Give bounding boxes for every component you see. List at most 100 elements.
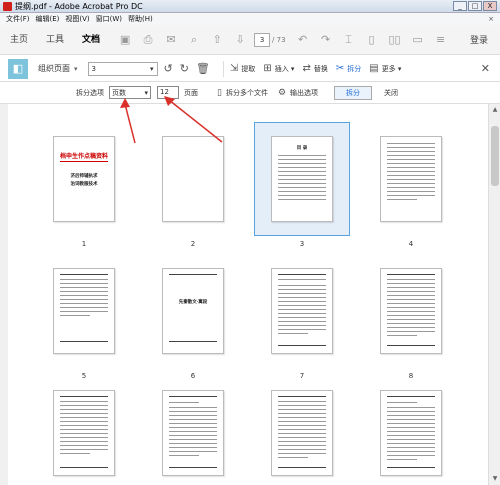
menu-edit[interactable]: 编辑(E) (36, 14, 60, 24)
text-line (387, 195, 435, 196)
gear-icon: ⚙ (277, 87, 287, 98)
menu-window[interactable]: 窗口(W) (96, 14, 122, 24)
menu-help[interactable]: 帮助(H) (128, 14, 153, 24)
text-line (387, 179, 435, 180)
split-multiple-files-button[interactable]: ▯ 拆分多个文件 (217, 88, 268, 98)
text-line (60, 433, 108, 434)
text-line (387, 319, 435, 320)
menu-icon[interactable]: ≡ (432, 31, 450, 49)
text-line (278, 445, 326, 446)
text-line (387, 451, 435, 452)
save-icon[interactable]: ▣ (116, 31, 134, 49)
extract-icon: ⇲ (229, 63, 239, 74)
text-line (60, 405, 108, 406)
menu-file[interactable]: 文件(F) (6, 14, 30, 24)
select-icon[interactable]: ⌶ (340, 31, 358, 49)
comment-icon[interactable]: ▭ (409, 31, 427, 49)
text-line (278, 405, 326, 406)
page-preview (53, 268, 115, 354)
page-range-select[interactable]: 3 ▾ (87, 61, 158, 76)
text-line (278, 195, 326, 196)
rotate-left-icon[interactable]: ↶ (294, 31, 312, 49)
text-line (60, 441, 108, 442)
chevron-down-icon[interactable]: ▾ (74, 65, 78, 73)
acrobat-icon (3, 1, 12, 11)
text-line (278, 279, 326, 280)
tab-home[interactable]: 主页 (8, 25, 30, 55)
two-page-icon[interactable]: ▯▯ (386, 31, 404, 49)
page-number-label: 1 (81, 240, 87, 248)
text-line (278, 449, 326, 450)
delete-icon[interactable]: 🗑 (196, 62, 210, 75)
text-line (278, 417, 326, 418)
close-split-button[interactable]: 关闭 (384, 88, 398, 98)
window-controls: _ □ X (453, 1, 497, 11)
organize-toolbar: ◧ 组织页面 ▾ 3 ▾ ↺ ↻ 🗑 ⇲ 提取 ⊞ 插入 ▾ ⇄ 替换 ✂ 拆分… (0, 56, 500, 82)
page-number-input[interactable]: 3 (254, 32, 271, 47)
text-line (387, 439, 435, 440)
extract-button[interactable]: ⇲ 提取 (230, 63, 255, 74)
split-tool-button[interactable]: ✂ 拆分 (336, 63, 361, 74)
text-line (387, 175, 435, 176)
text-line (60, 311, 108, 312)
page-frame (145, 122, 241, 236)
output-options-button[interactable]: ⚙ 输出选项 (278, 88, 318, 98)
page-preview (380, 390, 442, 476)
replace-button[interactable]: ⇄ 替换 (302, 63, 327, 74)
text-line (278, 409, 326, 410)
page-view-icon[interactable]: ▯ (363, 31, 381, 49)
print-icon[interactable]: ⎙ (139, 31, 157, 49)
page-up-icon[interactable]: ⇧ (208, 31, 226, 49)
login-button[interactable]: 登录 (470, 33, 488, 46)
page-count-input[interactable]: 12 (157, 86, 179, 99)
split-button[interactable]: 拆分 (334, 85, 373, 100)
text-line (387, 143, 435, 144)
split-mode-select[interactable]: 页数 ▾ (109, 86, 151, 99)
maximize-button[interactable]: □ (468, 1, 482, 11)
split-multiple-files-label: 拆分多个文件 (225, 88, 268, 97)
text-line (387, 295, 435, 296)
minimize-button[interactable]: _ (453, 1, 467, 11)
text-line (60, 417, 108, 418)
search-icon[interactable]: ⌕ (185, 31, 203, 49)
tab-document[interactable]: 文档 (80, 25, 102, 55)
rotate-left-icon[interactable]: ↺ (164, 62, 173, 75)
tab-tools[interactable]: 工具 (44, 25, 66, 55)
rotate-right-icon[interactable]: ↻ (180, 62, 189, 75)
page-down-icon[interactable]: ⇩ (231, 31, 249, 49)
page-preview (162, 136, 224, 222)
text-line (387, 311, 435, 312)
header-rule (169, 274, 217, 275)
text-line (278, 413, 326, 414)
menu-view[interactable]: 视图(V) (65, 14, 89, 24)
mail-icon[interactable]: ✉ (162, 31, 180, 49)
document-close-icon[interactable]: × (488, 15, 494, 23)
scrollbar-thumb[interactable] (491, 126, 499, 186)
text-line (387, 183, 435, 184)
text-line (60, 279, 108, 280)
insert-button[interactable]: ⊞ 插入 ▾ (263, 63, 294, 74)
text-line (387, 279, 435, 280)
close-button[interactable]: X (483, 1, 497, 11)
text-line (278, 429, 326, 430)
vertical-scrollbar[interactable]: ▲ ▼ (488, 104, 500, 485)
scroll-up-icon[interactable]: ▲ (490, 105, 500, 115)
scroll-down-icon[interactable]: ▼ (490, 474, 500, 484)
organize-pages-icon[interactable]: ◧ (8, 58, 28, 79)
more-label: 更多 (381, 64, 396, 73)
text-line (169, 419, 217, 420)
page-preview (162, 390, 224, 476)
text-line (60, 295, 108, 296)
chevron-down-icon: ▾ (395, 64, 402, 73)
text-line (169, 451, 217, 452)
scissors-icon: ✂ (335, 63, 345, 74)
more-button[interactable]: ▤ 更多 ▾ (369, 63, 401, 74)
organize-title[interactable]: 组织页面 (38, 63, 70, 74)
text-line (278, 333, 308, 334)
close-icon[interactable]: ✕ (481, 62, 490, 75)
footer-rule (60, 341, 108, 342)
split-options-bar: 拆分选项 页数 ▾ 12 页面 ▯ 拆分多个文件 ⚙ 输出选项 拆分 关闭 (0, 82, 500, 104)
text-line (278, 441, 326, 442)
rotate-right-icon[interactable]: ↷ (317, 31, 335, 49)
more-icon: ▤ (369, 63, 379, 74)
